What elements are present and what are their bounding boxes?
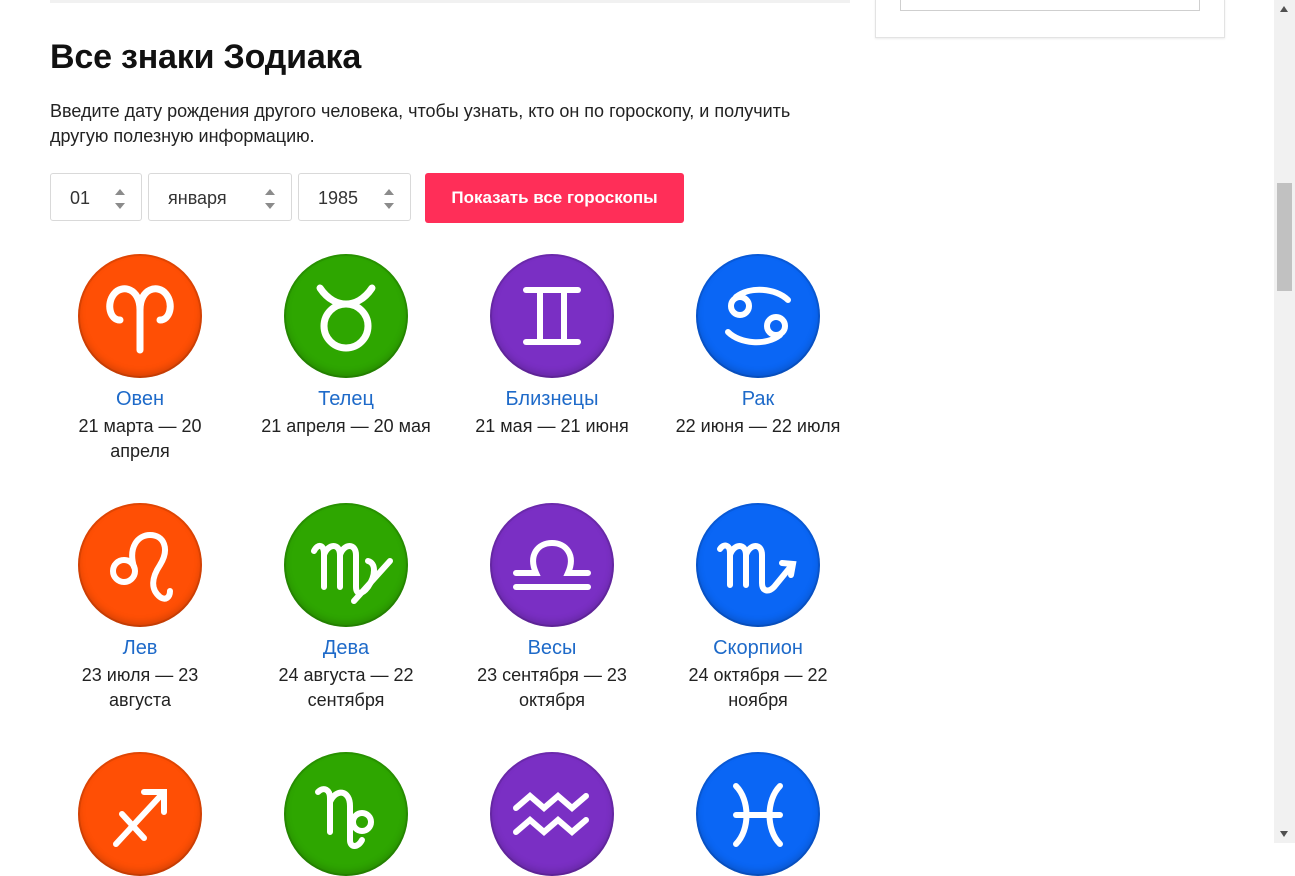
capricorn-icon[interactable]	[284, 752, 408, 876]
sign-card-cancer[interactable]: Рак 22 июня — 22 июля	[658, 254, 858, 439]
leo-icon[interactable]	[78, 503, 202, 627]
sign-name-link[interactable]: Телец	[246, 387, 446, 411]
scrollbar-thumb[interactable]	[1277, 183, 1292, 291]
sort-arrows-icon	[384, 189, 394, 209]
sort-arrows-icon	[115, 189, 125, 209]
scroll-down-arrow-icon[interactable]	[1280, 831, 1288, 837]
month-select[interactable]: января	[148, 173, 292, 221]
page-title: Все знаки Зодиака	[50, 38, 362, 76]
aries-icon[interactable]	[78, 254, 202, 378]
sign-name-link[interactable]: Лев	[40, 636, 240, 660]
sagittarius-icon[interactable]	[78, 752, 202, 876]
sign-dates: 22 июня — 22 июля	[675, 416, 841, 436]
sign-dates: 21 апреля — 20 мая	[261, 416, 431, 436]
show-horoscopes-button[interactable]: Показать все гороскопы	[425, 173, 684, 223]
sign-name-link[interactable]: Весы	[452, 636, 652, 660]
sign-dates: 21 мая — 21 июня	[475, 416, 629, 436]
sign-card-sagittarius[interactable]	[40, 752, 240, 876]
year-value: 1985	[318, 188, 359, 208]
month-value: января	[168, 188, 227, 208]
sign-card-gemini[interactable]: Близнецы 21 мая — 21 июня	[452, 254, 652, 439]
scrollbar[interactable]	[1274, 0, 1295, 843]
sign-name-link[interactable]: Дева	[246, 636, 446, 660]
sign-name-link[interactable]: Близнецы	[452, 387, 652, 411]
aquarius-icon[interactable]	[490, 752, 614, 876]
sidebar-widget	[875, 0, 1225, 38]
libra-icon[interactable]	[490, 503, 614, 627]
sign-card-capricorn[interactable]	[246, 752, 446, 876]
sign-name-link[interactable]: Скорпион	[658, 636, 858, 660]
scorpio-icon[interactable]	[696, 503, 820, 627]
sort-arrows-icon	[265, 189, 275, 209]
sign-card-pisces[interactable]	[658, 752, 858, 876]
virgo-icon[interactable]	[284, 503, 408, 627]
pisces-icon[interactable]	[696, 752, 820, 876]
sign-name-link[interactable]: Рак	[658, 387, 858, 411]
taurus-icon[interactable]	[284, 254, 408, 378]
sign-name-link[interactable]: Овен	[40, 387, 240, 411]
year-select[interactable]: 1985	[298, 173, 411, 221]
sign-dates: 21 марта — 20 апреля	[78, 416, 202, 461]
sign-card-scorpio[interactable]: Скорпион 24 октября — 22 ноября	[658, 503, 858, 713]
sign-card-aries[interactable]: Овен 21 марта — 20 апреля	[40, 254, 240, 464]
sign-dates: 24 октября — 22 ноября	[688, 665, 828, 710]
sign-dates: 23 июля — 23 августа	[81, 665, 199, 710]
sign-card-taurus[interactable]: Телец 21 апреля — 20 мая	[246, 254, 446, 439]
sign-card-leo[interactable]: Лев 23 июля — 23 августа	[40, 503, 240, 713]
sign-card-virgo[interactable]: Дева 24 августа — 22 сентября	[246, 503, 446, 713]
day-select[interactable]: 01	[50, 173, 142, 221]
gemini-icon[interactable]	[490, 254, 614, 378]
cancer-icon[interactable]	[696, 254, 820, 378]
sign-card-aquarius[interactable]	[452, 752, 652, 876]
sign-dates: 23 сентября — 23 октября	[477, 665, 627, 710]
scroll-up-arrow-icon[interactable]	[1280, 6, 1288, 12]
intro-text: Введите дату рождения другого человека, …	[50, 101, 791, 146]
sign-dates: 24 августа — 22 сентября	[278, 665, 414, 710]
sidebar-input[interactable]	[900, 0, 1200, 11]
sign-card-libra[interactable]: Весы 23 сентября — 23 октября	[452, 503, 652, 713]
top-divider	[50, 0, 850, 3]
day-value: 01	[70, 188, 91, 208]
